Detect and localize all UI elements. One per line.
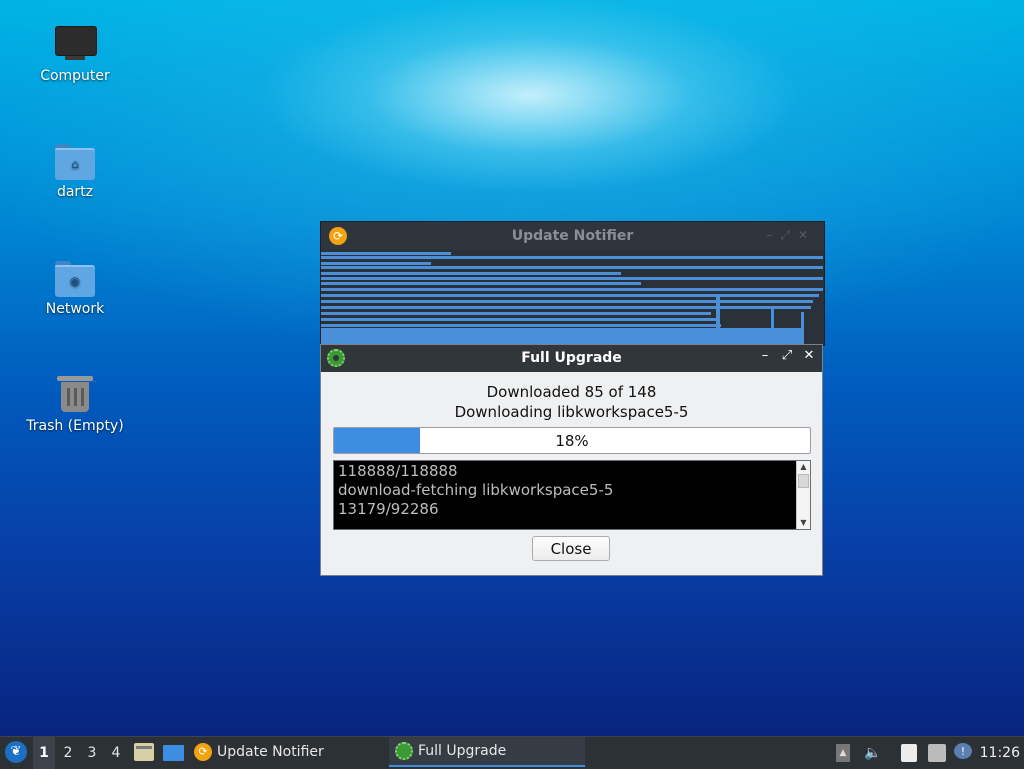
task-full-upgrade[interactable]: Full Upgrade bbox=[389, 737, 585, 767]
desktop-icon-label: Computer bbox=[40, 68, 110, 84]
gear-icon bbox=[395, 742, 413, 760]
log-line: 118888/118888 bbox=[338, 462, 458, 480]
workspace-2[interactable]: 2 bbox=[57, 737, 79, 769]
network-folder-icon: ◉ bbox=[53, 257, 97, 297]
desktop-icon-home[interactable]: ⌂ dartz bbox=[20, 140, 130, 200]
download-package-text: Downloading libkworkspace5-5 bbox=[454, 403, 689, 421]
workspace-1[interactable]: 1 bbox=[33, 737, 55, 769]
clock[interactable]: 11:26 bbox=[980, 737, 1020, 769]
network-icon[interactable] bbox=[928, 744, 946, 762]
desktop-icon-label: Trash (Empty) bbox=[26, 418, 124, 434]
trash-icon bbox=[53, 374, 97, 414]
desktop-icon-network[interactable]: ◉ Network bbox=[20, 257, 130, 317]
window-controls[interactable]: –⤢✕ bbox=[766, 228, 816, 243]
maximize-button[interactable]: ⤢ bbox=[780, 348, 794, 363]
update-notifier-window[interactable]: ⟳ Update Notifier –⤢✕ bbox=[320, 221, 825, 346]
scroll-up-icon[interactable]: ▲ bbox=[797, 461, 810, 473]
close-button[interactable]: Close bbox=[532, 536, 610, 561]
volume-icon[interactable]: 🔈 bbox=[864, 744, 882, 762]
home-folder-icon: ⌂ bbox=[53, 140, 97, 180]
close-window-button[interactable]: ✕ bbox=[802, 348, 816, 363]
full-upgrade-window[interactable]: Full Upgrade – ⤢ ✕ Downloaded 85 of 148 … bbox=[320, 344, 823, 576]
window-render-artifacts bbox=[321, 250, 824, 345]
clipboard-icon[interactable] bbox=[901, 744, 917, 762]
show-desktop-icon[interactable] bbox=[163, 745, 184, 761]
progress-percent: 18% bbox=[555, 432, 589, 450]
computer-icon bbox=[53, 24, 97, 64]
log-line: 13179/92286 bbox=[338, 500, 439, 518]
minimize-button[interactable]: – bbox=[758, 348, 772, 363]
workspace-3[interactable]: 3 bbox=[81, 737, 103, 769]
full-upgrade-titlebar[interactable]: Full Upgrade – ⤢ ✕ bbox=[321, 345, 822, 372]
log-scrollbar[interactable]: ▲ ▼ bbox=[796, 461, 810, 529]
desktop-icon-computer[interactable]: Computer bbox=[20, 24, 130, 84]
desktop-icon-label: dartz bbox=[56, 184, 94, 200]
window-title: Update Notifier bbox=[511, 228, 634, 244]
task-label: Update Notifier bbox=[217, 744, 324, 760]
start-menu-icon[interactable]: ❦ bbox=[5, 741, 27, 763]
desktop-icon-trash[interactable]: Trash (Empty) bbox=[20, 374, 130, 434]
log-output[interactable]: 118888/118888 download-fetching libkwork… bbox=[333, 460, 811, 530]
log-line: download-fetching libkworkspace5-5 bbox=[338, 481, 614, 499]
update-notifier-icon: ⟳ bbox=[194, 743, 212, 761]
download-progress-bar: 18% bbox=[333, 427, 811, 454]
update-alert-icon[interactable]: ! bbox=[954, 743, 972, 759]
desktop-icon-label: Network bbox=[45, 301, 105, 317]
update-notifier-titlebar[interactable]: ⟳ Update Notifier –⤢✕ bbox=[321, 222, 824, 250]
file-manager-icon[interactable] bbox=[134, 743, 154, 761]
scroll-down-icon[interactable]: ▼ bbox=[797, 517, 810, 529]
task-label: Full Upgrade bbox=[418, 743, 507, 759]
task-update-notifier[interactable]: ⟳ Update Notifier bbox=[194, 737, 384, 767]
taskbar: ❦ 1 2 3 4 ⟳ Update Notifier Full Upgrade… bbox=[0, 736, 1024, 769]
window-title: Full Upgrade bbox=[521, 350, 622, 366]
workspace-4[interactable]: 4 bbox=[105, 737, 127, 769]
download-count-text: Downloaded 85 of 148 bbox=[486, 383, 657, 401]
scroll-thumb[interactable] bbox=[798, 474, 809, 488]
tray-expand-icon[interactable]: ▲ bbox=[836, 744, 850, 762]
